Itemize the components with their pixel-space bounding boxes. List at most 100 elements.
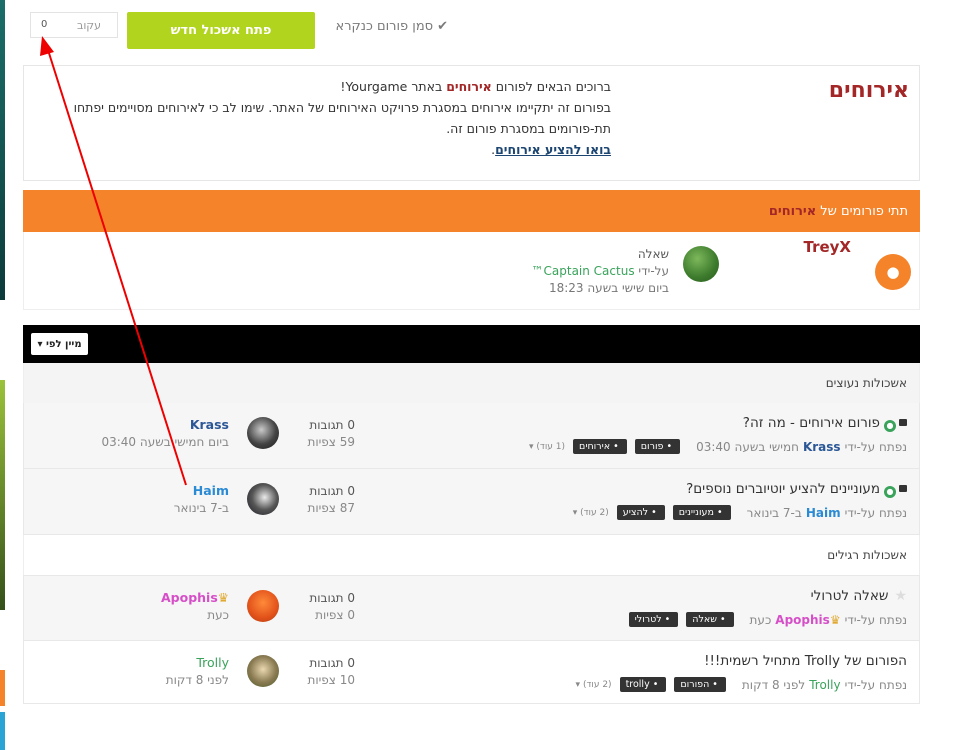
topic-stats: 0 תגובות 59 צפיות — [289, 417, 355, 451]
avatar[interactable] — [247, 655, 279, 687]
topic-title-link[interactable]: הפורום של Trolly מתחיל רשמית!!! — [704, 653, 907, 669]
table-row[interactable]: ● מעוניינים להציע יוטיוברים נוספים? נפתח … — [23, 469, 920, 535]
more-tags[interactable]: (2 עוד) ▾ — [573, 508, 609, 518]
meta-prefix: נפתח על-ידי — [844, 612, 907, 627]
mark-read-button[interactable]: ✔סמן פורום כנקרא — [320, 19, 448, 34]
author-link[interactable]: ♛Apophis — [775, 613, 840, 627]
topic-title-link[interactable]: פורום אירוחים - מה זה? — [743, 415, 880, 431]
subforums-header: תתי פורומים של אירוחים — [23, 190, 920, 232]
avatar[interactable] — [683, 246, 719, 282]
check-icon: ✔ — [437, 19, 448, 34]
sort-label: מיין לפי — [45, 338, 82, 350]
tag[interactable]: להציע — [616, 505, 665, 520]
meta-prefix: נפתח על-ידי — [844, 677, 907, 692]
table-row[interactable]: ● פורום אירוחים - מה זה? נפתח על-ידי Kras… — [23, 403, 920, 469]
last-post-user[interactable]: Haim — [193, 483, 229, 498]
new-topic-button[interactable]: פתח אשכול חדש — [127, 12, 315, 49]
meta-time: חמישי בשעה 03:40 — [696, 439, 799, 454]
crown-icon: ♛ — [217, 590, 229, 605]
last-post-user[interactable]: Trolly — [196, 655, 229, 670]
lock-icon — [899, 485, 907, 492]
topic-stats: 0 תגובות 0 צפיות — [289, 590, 355, 624]
regular-section-label: אשכולות רגילים — [23, 535, 920, 575]
pin-icon: ● — [884, 486, 896, 498]
author-link[interactable]: Trolly — [809, 678, 840, 692]
topic-title-link[interactable]: מעוניינים להציע יוטיוברים נוספים? — [686, 481, 880, 497]
views-count: 87 צפיות — [307, 501, 355, 515]
topic-title: ● מעוניינים להציע יוטיוברים נוספים? — [686, 481, 907, 498]
last-post-user[interactable]: ♛Apophis — [161, 590, 229, 605]
forum-description: ברוכים הבאים לפורום אירוחים באתר Yourgam… — [31, 76, 611, 160]
topic-stats: 0 תגובות 10 צפיות — [289, 655, 355, 689]
last-post-time: ביום שישי בשעה 18:23 — [548, 281, 669, 295]
last-post-time: ב-7 בינואר — [173, 501, 229, 515]
tag[interactable]: הפורום — [674, 677, 726, 692]
annotation-arrow-head — [40, 36, 54, 56]
crown-icon: ♛ — [829, 612, 841, 627]
forum-header: אירוחים ברוכים הבאים לפורום אירוחים באתר… — [23, 65, 920, 181]
tag[interactable]: trolly — [619, 677, 667, 692]
meta-prefix: נפתח על-ידי — [844, 505, 907, 520]
table-row[interactable]: ★ שאלה לטרולי נפתח על-ידי ♛Apophis כעת שא… — [23, 575, 920, 641]
description-text: בפורום זה יתקיימו אירוחים במסגרת פרויקט … — [73, 100, 611, 136]
topic-title-link[interactable]: שאלה לטרולי — [811, 588, 889, 604]
last-post-time: ביום חמישי בשעה 03:40 — [101, 435, 229, 449]
tag[interactable]: שאלה — [686, 612, 734, 627]
avatar[interactable] — [247, 483, 279, 515]
tag[interactable]: פורום — [634, 439, 681, 454]
topic-meta: נפתח על-ידי Haim ב-7 בינואר מעוניינים לה… — [567, 505, 907, 520]
subforum-name[interactable]: TreyX — [804, 238, 852, 256]
tag[interactable]: אירוחים — [573, 439, 627, 454]
last-topic-link[interactable]: שאלה — [532, 246, 669, 263]
subforums-header-name: אירוחים — [768, 203, 817, 219]
replies-count: 0 תגובות — [309, 484, 355, 498]
sort-button[interactable]: מיין לפי ▾ — [31, 333, 88, 355]
last-post-user[interactable]: Krass — [190, 417, 229, 432]
welcome-forum-name: אירוחים — [446, 79, 492, 94]
avatar[interactable] — [247, 417, 279, 449]
views-count: 0 צפיות — [315, 608, 355, 622]
avatar[interactable] — [247, 590, 279, 622]
page: עקוב 0 פתח אשכול חדש ✔סמן פורום כנקרא אי… — [0, 0, 953, 750]
more-tags[interactable]: (1 עוד) ▾ — [529, 442, 565, 452]
more-tags[interactable]: (2 עוד) ▾ — [576, 680, 612, 690]
meta-prefix: נפתח על-ידי — [844, 439, 907, 454]
star-icon[interactable]: ★ — [894, 588, 907, 604]
last-post-time: כעת — [207, 608, 229, 622]
topic-meta: נפתח על-ידי Krass חמישי בשעה 03:40 פורום… — [523, 439, 907, 454]
last-post-time: לפני 8 דקות — [165, 673, 229, 687]
page-title: אירוחים — [828, 78, 909, 103]
meta-time: כעת — [749, 612, 772, 627]
pinned-section-label: אשכולות נעוצים — [23, 363, 920, 403]
author-link[interactable]: Haim — [806, 506, 841, 520]
subforums-header-prefix: תתי פורומים של — [820, 203, 908, 219]
mark-read-label: סמן פורום כנקרא — [335, 19, 434, 34]
last-user-link[interactable]: Captain Cactus™ — [532, 264, 635, 278]
suggest-link[interactable]: בואו להציע אירוחים — [495, 142, 611, 157]
subforum-last-post: שאלה על-ידי Captain Cactus™ ביום שישי בש… — [532, 246, 669, 297]
left-edge-strip — [0, 380, 5, 610]
views-count: 59 צפיות — [307, 435, 355, 449]
views-count: 10 צפיות — [307, 673, 355, 687]
meta-time: לפני 8 דקות — [741, 677, 806, 692]
topic-meta: נפתח על-ידי ♛Apophis כעת שאלה לטרולי — [625, 612, 907, 627]
chat-bubble-icon: ● — [875, 254, 911, 290]
welcome-suffix: באתר Yourgame! — [340, 79, 443, 94]
table-row[interactable]: הפורום של Trolly מתחיל רשמית!!! נפתח על-… — [23, 641, 920, 704]
subforum-row: ● TreyX שאלה על-ידי Captain Cactus™ ביום… — [23, 232, 920, 310]
replies-count: 0 תגובות — [309, 591, 355, 605]
meta-time: ב-7 בינואר — [746, 505, 802, 520]
topic-title: הפורום של Trolly מתחיל רשמית!!! — [704, 653, 907, 669]
follow-label: עקוב — [76, 19, 101, 32]
by-prefix: על-ידי — [638, 264, 669, 278]
caret-down-icon: ▾ — [37, 338, 43, 350]
author-link[interactable]: Krass — [803, 440, 841, 454]
topic-meta: נפתח על-ידי Trolly לפני 8 דקות הפורום tr… — [570, 677, 907, 692]
left-edge-strip — [0, 712, 5, 750]
tag[interactable]: לטרולי — [628, 612, 679, 627]
left-edge-strip — [0, 670, 5, 706]
tag[interactable]: מעוניינים — [672, 505, 731, 520]
follow-count: 0 — [41, 19, 48, 30]
follow-button[interactable]: עקוב 0 — [30, 12, 118, 38]
topic-stats: 0 תגובות 87 צפיות — [289, 483, 355, 517]
